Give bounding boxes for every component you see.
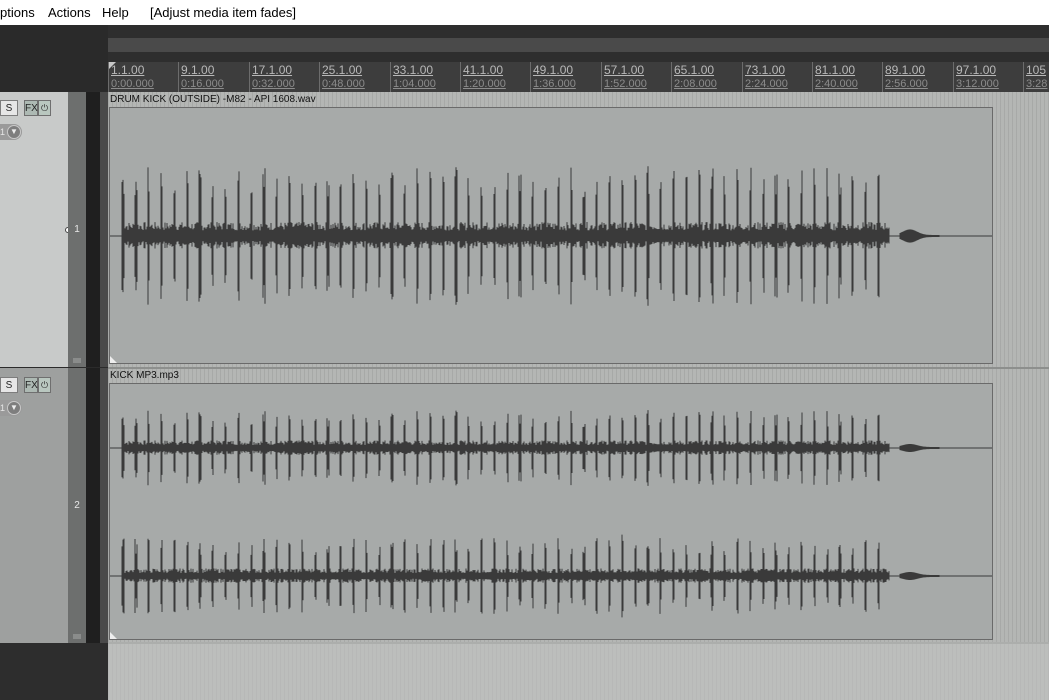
solo-button[interactable]: S: [0, 100, 18, 116]
ruler-tick: [882, 62, 883, 92]
ruler-tick: [108, 62, 109, 92]
media-item-name: KICK MP3.mp3: [110, 370, 179, 381]
menu-options[interactable]: ptions: [0, 5, 35, 20]
ruler-time-label: 2:24.000: [745, 78, 788, 90]
ruler-measure-label: 81.1.00: [815, 63, 856, 77]
fx-bypass-power-icon[interactable]: ⏻: [38, 100, 51, 116]
ruler-tick: [319, 62, 320, 92]
tcp-empty-area: [0, 643, 108, 700]
fx-button[interactable]: FX: [24, 377, 38, 393]
timeline-ruler[interactable]: 1.1.00 0:00.000 9.1.00 0:16.000 17.1.00 0:32.…: [108, 62, 1049, 92]
fade-handle-icon[interactable]: [110, 632, 117, 639]
waveform: [110, 410, 992, 618]
track-lane-separator: [108, 367, 1049, 369]
ruler-tick: [530, 62, 531, 92]
ruler-tick: [460, 62, 461, 92]
ruler-measure-label: 89.1.00: [885, 63, 926, 77]
meter-edge-2: [100, 368, 108, 643]
ruler-tick: [742, 62, 743, 92]
pan-dropdown-icon[interactable]: ▼: [7, 125, 21, 139]
ruler-time-label: 3:12.000: [956, 78, 999, 90]
fx-bypass-power-icon[interactable]: ⏻: [38, 377, 51, 393]
pan-value: 1: [0, 127, 6, 137]
fx-button[interactable]: FX: [24, 100, 38, 116]
track-meter-1: [86, 92, 100, 367]
ruler-measure-label: 9.1.00: [181, 63, 215, 77]
ruler-measure-label: 1.1.00: [111, 63, 145, 77]
track-control-panel-1[interactable]: S FX ⏻ 1 ▼: [0, 92, 71, 367]
pan-value: 1: [0, 403, 6, 413]
waveform: [110, 166, 992, 306]
ruler-measure-label: 41.1.00: [463, 63, 504, 77]
arrange-view[interactable]: DRUM KICK (OUTSIDE) -M82 - API 1608.wav …: [108, 92, 1049, 700]
ruler-time-label: 0:16.000: [181, 78, 224, 90]
ruler-tick: [249, 62, 250, 92]
folder-icon[interactable]: [73, 634, 81, 639]
ruler-tick: [1023, 62, 1024, 92]
folder-icon[interactable]: [73, 358, 81, 363]
ruler-tick: [953, 62, 954, 92]
track-number: 2: [74, 500, 80, 511]
ruler-measure-label: 97.1.00: [956, 63, 997, 77]
menu-actions[interactable]: Actions: [48, 5, 91, 20]
ruler-time-label: 0:32.000: [252, 78, 295, 90]
ruler-measure-label: 25.1.00: [322, 63, 363, 77]
media-item-name: DRUM KICK (OUTSIDE) -M82 - API 1608.wav: [110, 94, 316, 105]
ruler-time-label: 1:20.000: [463, 78, 506, 90]
ruler-tick: [812, 62, 813, 92]
ruler-time-label: 0:00.000: [111, 78, 154, 90]
pan-knob[interactable]: 1 ▼: [0, 124, 22, 140]
pan-dropdown-icon[interactable]: ▼: [7, 401, 21, 415]
ruler-measure-label: 57.1.00: [604, 63, 645, 77]
ruler-tick: [671, 62, 672, 92]
action-status-text: [Adjust media item fades]: [150, 5, 296, 20]
ruler-time-label: 0:48.000: [322, 78, 365, 90]
track-number: 1: [74, 224, 80, 235]
fade-handle-icon[interactable]: [110, 356, 117, 363]
ruler-measure-label: 33.1.00: [393, 63, 434, 77]
ruler-measure-label: 105: [1026, 63, 1047, 77]
pan-knob[interactable]: 1 ▼: [0, 400, 22, 416]
track-control-panel-2[interactable]: S FX ⏻ 1 ▼: [0, 368, 68, 643]
track-number-strip-2: 2: [68, 368, 86, 643]
media-item-1[interactable]: [109, 107, 993, 364]
ruler-time-label: 2:08.000: [674, 78, 717, 90]
empty-track-area[interactable]: [108, 642, 1049, 700]
ruler-time-label: 2:56.000: [885, 78, 928, 90]
track-meter-2: [86, 368, 100, 643]
ruler-measure-label: 73.1.00: [745, 63, 786, 77]
ruler-measure-label: 49.1.00: [533, 63, 574, 77]
menu-bar: ptions Actions Help [Adjust media item f…: [0, 0, 1049, 25]
ruler-time-label: 1:52.000: [604, 78, 647, 90]
ruler-time-label: 1:36.000: [533, 78, 576, 90]
track-number-strip-1: 1: [68, 92, 86, 367]
ruler-tick: [601, 62, 602, 92]
ruler-time-label: 2:40.000: [815, 78, 858, 90]
ruler-tick: [390, 62, 391, 92]
ruler-measure-label: 65.1.00: [674, 63, 715, 77]
ruler-tick: [178, 62, 179, 92]
ruler-measure-label: 17.1.00: [252, 63, 293, 77]
tcp-header-area: [0, 25, 108, 91]
menu-help[interactable]: Help: [102, 5, 129, 20]
meter-edge-1: [100, 92, 108, 367]
horizontal-scrollbar[interactable]: [108, 38, 1049, 52]
ruler-time-label: 3:28: [1026, 78, 1048, 90]
ruler-time-label: 1:04.000: [393, 78, 436, 90]
solo-button[interactable]: S: [0, 377, 18, 393]
media-item-2[interactable]: [109, 383, 993, 640]
